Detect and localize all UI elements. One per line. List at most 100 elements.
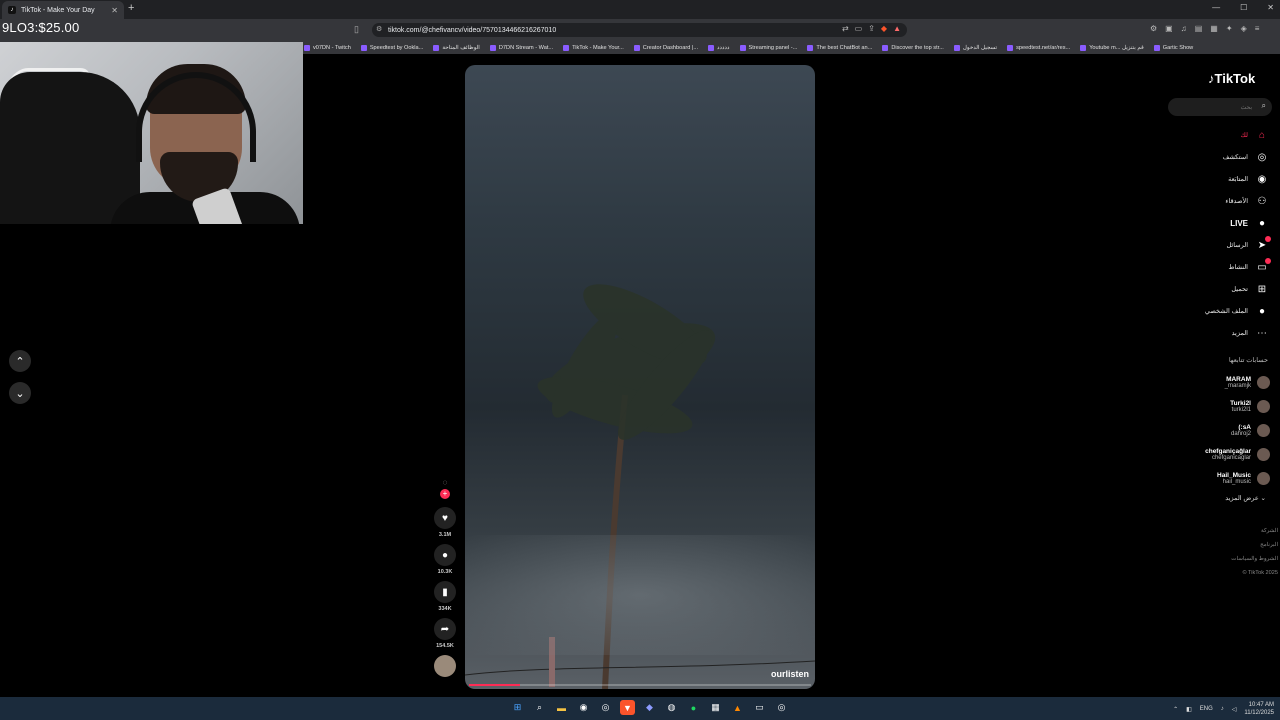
start-icon[interactable]: ⊞ — [510, 700, 525, 715]
bookmark-item[interactable]: speedtest.net/ar/res... — [1007, 44, 1070, 51]
comment-action[interactable]: ● 10.3K — [434, 544, 456, 575]
bookmark-favicon-icon — [489, 44, 496, 51]
spotify-icon[interactable]: ● — [686, 700, 701, 715]
footer-link[interactable]: الشروط والسياسات — [1231, 552, 1278, 566]
share-icon[interactable]: ⇪ — [868, 24, 875, 33]
footer-link[interactable]: الشركة — [1231, 524, 1278, 538]
maximize-icon[interactable]: ☐ — [1240, 3, 1247, 12]
following-account[interactable]: Turki2l turki2l1 — [1150, 394, 1270, 418]
footer-link[interactable]: © TikTok 2025 — [1231, 566, 1278, 580]
bookmark-item[interactable]: Creator Dashboard |... — [633, 44, 698, 51]
volume-icon[interactable]: ◁ — [1232, 706, 1237, 713]
app-icon[interactable]: ▦ — [708, 700, 723, 715]
avatar — [1257, 399, 1270, 413]
browser-icon[interactable]: ◎ — [774, 700, 789, 715]
wallet-icon[interactable]: ▦ — [1210, 24, 1218, 33]
search-icon[interactable]: ⌕ — [1262, 101, 1266, 111]
share-action[interactable]: ➦ 154.5K — [434, 618, 456, 649]
steam-icon[interactable]: ◍ — [664, 700, 679, 715]
sidebar-item-live[interactable]: LIVE ● — [1148, 212, 1268, 234]
tray-app-icon[interactable]: ◧ — [1186, 706, 1192, 713]
like-action[interactable]: ♥ 3.1M — [434, 507, 456, 538]
follow-button[interactable]: + — [440, 489, 450, 499]
close-window-icon[interactable]: ✕ — [1267, 3, 1274, 12]
install-icon[interactable]: ▭ — [855, 24, 863, 33]
extensions-puzzle-icon[interactable]: ✦ — [1226, 24, 1233, 33]
bookmark-item[interactable]: The best ChatBot an... — [807, 44, 872, 51]
video-progress-bar[interactable] — [469, 684, 811, 686]
brave-shield-icon[interactable]: ◆ — [881, 24, 887, 33]
sidebar-item-messages[interactable]: الرسائل ➤ — [1148, 234, 1271, 256]
obs-icon[interactable]: ◉ — [576, 700, 591, 715]
search-taskbar-icon[interactable]: ⌕ — [532, 700, 547, 715]
bookmark-item[interactable]: v07DN - Twitch — [304, 44, 351, 51]
video-author[interactable]: ourlisten — [771, 669, 809, 679]
bookmark-item[interactable]: Gartic Show — [1153, 44, 1193, 51]
sidebar-item-friends[interactable]: الأصدقاء ⚇ — [1148, 190, 1268, 212]
sidepanel-icon[interactable]: ▤ — [1195, 24, 1203, 33]
bookmark-item[interactable]: Speedtest by Ookla... — [360, 44, 423, 51]
tab-title: TikTok - Make Your Day — [21, 6, 95, 14]
extension-icon[interactable]: ⚙ — [1150, 24, 1157, 33]
minimize-icon[interactable]: — — [1212, 3, 1220, 12]
previous-video-button[interactable]: ⌃ — [9, 350, 31, 372]
save-action[interactable]: ▮ 334K — [434, 581, 456, 612]
window-controls: — ☐ ✕ — [1212, 3, 1274, 12]
following-account[interactable]: Hail_Music hail_music — [1150, 466, 1270, 490]
vpn-icon[interactable]: ◈ — [1241, 24, 1247, 33]
comment-icon[interactable]: ● — [434, 544, 456, 566]
bookmark-item[interactable]: تسجيل الدخول — [953, 44, 997, 51]
sidebar-item-compass[interactable]: استكشف ◎ — [1148, 146, 1268, 168]
new-tab-button[interactable]: + — [128, 2, 134, 14]
menu-icon[interactable]: ≡ — [1255, 24, 1260, 33]
search-input[interactable]: بحث ⌕ — [1168, 98, 1272, 116]
bookmark-item[interactable]: Discover the top str... — [882, 44, 944, 51]
heart-icon[interactable]: ♥ — [434, 507, 456, 529]
screenshot-icon[interactable]: ▣ — [1165, 24, 1173, 33]
bookmark-item[interactable]: D7DN Stream - Wat... — [489, 44, 553, 51]
following-account[interactable]: MARAM _maramjk — [1150, 370, 1270, 394]
tab-tiktok[interactable]: ♪ TikTok - Make Your Day ✕ — [2, 1, 124, 19]
bookmark-icon[interactable]: ▮ — [434, 581, 456, 603]
see-more-link[interactable]: عرض المزيد ⌄ — [1225, 494, 1266, 502]
vlc-icon[interactable]: ▲ — [730, 700, 745, 715]
video-player[interactable]: ourlisten — [465, 65, 815, 689]
sidebar-item-home[interactable]: لك ⌂ — [1148, 124, 1268, 146]
mic-icon[interactable]: ♪ — [1221, 706, 1224, 712]
brave-rewards-icon[interactable]: ▲ — [893, 24, 901, 33]
sidebar-toggle-icon[interactable]: ▯ — [354, 24, 359, 35]
sidebar-item-activity[interactable]: النشاط ▭ — [1148, 256, 1271, 278]
close-tab-icon[interactable]: ✕ — [111, 6, 118, 15]
tray-chevron-icon[interactable]: ⌃ — [1173, 706, 1178, 713]
next-video-button[interactable]: ⌄ — [9, 382, 31, 404]
site-info-icon[interactable]: ⚙ — [376, 25, 382, 33]
chrome-icon[interactable]: ◎ — [598, 700, 613, 715]
music-icon[interactable]: ♫ — [1181, 24, 1187, 33]
tiktok-logo[interactable]: ♪TikTok — [1208, 71, 1255, 86]
bookmark-item[interactable]: TikTok - Make Your... — [563, 44, 624, 51]
language-indicator[interactable]: ENG — [1200, 706, 1213, 712]
bookmark-item[interactable]: Youtube m... قم بتنزيل — [1080, 44, 1144, 51]
translate-icon[interactable]: ⇄ — [842, 24, 849, 33]
file-explorer-icon[interactable]: ▬ — [554, 700, 569, 715]
sidebar-item-more[interactable]: المزيد ⋯ — [1148, 322, 1268, 344]
terminal-icon[interactable]: ▭ — [752, 700, 767, 715]
bookmark-favicon-icon — [807, 44, 814, 51]
url-field[interactable]: ⚙ tiktok.com/@chefivancv/video/757013446… — [372, 23, 907, 37]
footer-link[interactable]: البرنامج — [1231, 538, 1278, 552]
brave-icon[interactable]: ▼ — [620, 700, 635, 715]
discord-icon[interactable]: ◆ — [642, 700, 657, 715]
following-account[interactable]: (:sA dahroj2 — [1150, 418, 1270, 442]
bookmark-label: الوظائف المتاحة — [442, 44, 480, 51]
sidebar-item-profile[interactable]: الملف الشخصي ● — [1148, 300, 1268, 322]
bookmark-item[interactable]: ددددد — [708, 44, 730, 51]
bookmark-item[interactable]: Streaming panel -... — [739, 44, 797, 51]
sound-avatar[interactable] — [434, 655, 456, 677]
sidebar-item-upload[interactable]: تحميل ⊞ — [1148, 278, 1268, 300]
bookmark-item[interactable]: الوظائف المتاحة — [433, 44, 480, 51]
following-account[interactable]: chefganiçağlar chefganicaglar — [1150, 442, 1270, 466]
clock[interactable]: 10:47 AM 11/12/2025 — [1244, 701, 1274, 717]
sidebar-item-following[interactable]: المتابَعة ◉ — [1148, 168, 1268, 190]
mute-icon[interactable]: ◌ — [443, 478, 448, 487]
share-arrow-icon[interactable]: ➦ — [434, 618, 456, 640]
